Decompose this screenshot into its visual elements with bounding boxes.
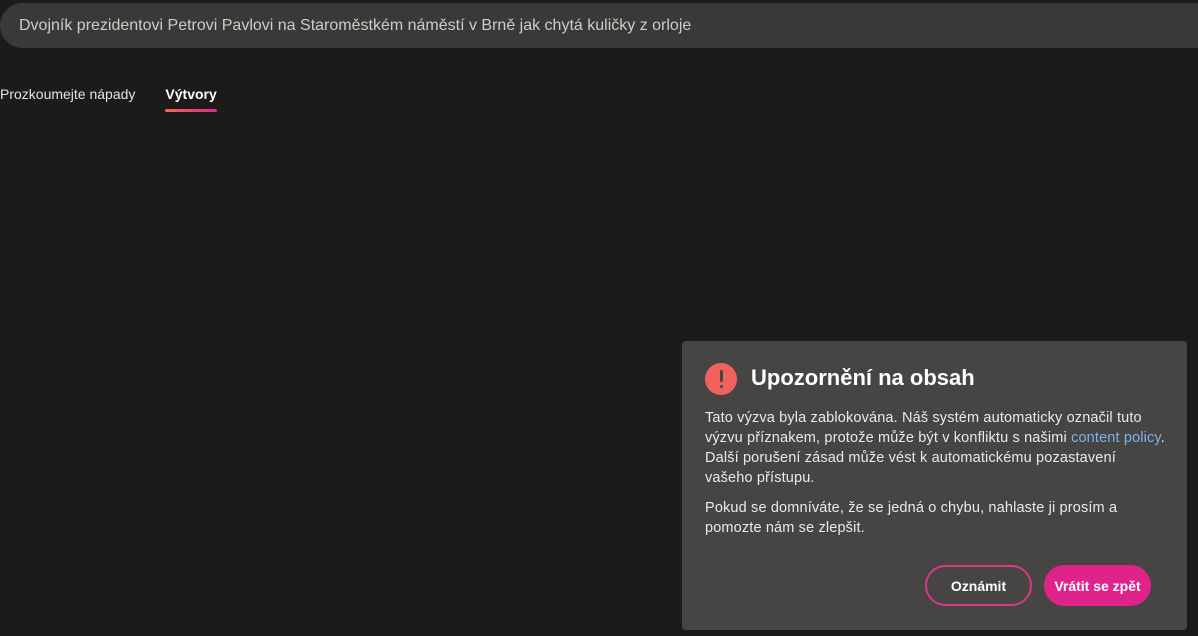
page: Dvojník prezidentovi Petrovi Pavlovi na …: [0, 0, 1198, 636]
content-policy-link[interactable]: content policy: [1071, 430, 1161, 446]
active-tab-indicator: [165, 109, 217, 112]
prompt-input[interactable]: Dvojník prezidentovi Petrovi Pavlovi na …: [0, 3, 1198, 48]
tab-label: Prozkoumejte nápady: [0, 86, 136, 102]
tab-label: Výtvory: [165, 86, 217, 102]
tab-bar: Prozkoumejte nápady Výtvory: [0, 86, 247, 112]
content-warning-dialog: Upozornění na obsah Tato výzva byla zabl…: [682, 341, 1187, 630]
report-button[interactable]: Oznámit: [925, 565, 1032, 606]
prompt-text: Dvojník prezidentovi Petrovi Pavlovi na …: [19, 16, 692, 34]
tab-creations[interactable]: Výtvory: [165, 86, 217, 112]
dialog-title: Upozornění na obsah: [751, 365, 975, 390]
dialog-paragraph-1: Tato výzva byla zablokována. Náš systém …: [705, 408, 1165, 488]
dialog-body: Tato výzva byla zablokována. Náš systém …: [705, 408, 1165, 548]
dialog-paragraph-2: Pokud se domníváte, že se jedná o chybu,…: [705, 500, 1118, 536]
tab-explore-ideas[interactable]: Prozkoumejte nápady: [0, 86, 135, 112]
exclamation-icon: [705, 363, 737, 395]
go-back-button[interactable]: Vrátit se zpět: [1044, 565, 1151, 606]
